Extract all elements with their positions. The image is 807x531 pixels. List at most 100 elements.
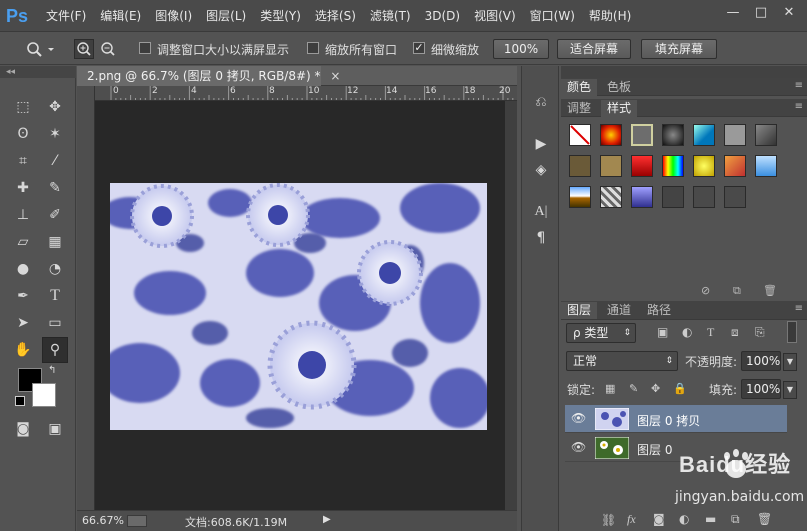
menu-select[interactable]: 选择(S)	[315, 7, 356, 24]
menu-file[interactable]: 文件(F)	[46, 7, 86, 24]
style-swatch[interactable]	[755, 124, 777, 146]
delete-layer-icon[interactable]: 🗑	[757, 512, 772, 526]
panel-menu-icon[interactable]: ≡	[795, 80, 803, 91]
rectangle-tool-icon[interactable]: ▭	[44, 312, 66, 334]
delete-style-icon[interactable]: 🗑	[763, 284, 777, 297]
blend-mode-select[interactable]: 正常 ⇕	[566, 351, 678, 371]
zoom-in-icon[interactable]	[74, 39, 94, 59]
menu-image[interactable]: 图像(I)	[155, 7, 192, 24]
new-group-icon[interactable]: ▬	[705, 512, 716, 526]
dodge-tool-icon[interactable]: ◔	[44, 258, 66, 280]
style-swatch[interactable]	[600, 155, 622, 177]
style-none-swatch[interactable]	[569, 124, 591, 146]
style-swatch[interactable]	[662, 186, 684, 208]
screen-mode-icon[interactable]: ▣	[44, 418, 66, 440]
tab-styles[interactable]: 样式	[601, 100, 638, 117]
document-image[interactable]	[110, 183, 487, 430]
zoom-tool-icon[interactable]: ⚲	[42, 337, 68, 363]
zoom-all-windows-checkbox[interactable]	[307, 42, 319, 54]
close-tab-icon[interactable]: ×	[330, 69, 340, 83]
blur-tool-icon[interactable]: ●	[12, 258, 34, 280]
quick-mask-icon[interactable]: ◙	[12, 418, 34, 440]
style-swatch[interactable]	[693, 124, 715, 146]
filter-shape-icon[interactable]: ⧈	[731, 325, 739, 340]
opacity-input[interactable]: 100%	[741, 351, 781, 371]
menu-help[interactable]: 帮助(H)	[589, 7, 631, 24]
layer-name[interactable]: 图层 0 拷贝	[637, 412, 700, 429]
lasso-tool-icon[interactable]: ʘ	[12, 123, 34, 145]
style-swatch[interactable]	[724, 155, 746, 177]
filter-toggle[interactable]	[787, 321, 797, 343]
tab-color[interactable]: 颜色	[561, 79, 598, 96]
healing-brush-icon[interactable]: ✚	[12, 177, 34, 199]
menu-window[interactable]: 窗口(W)	[530, 7, 575, 24]
style-swatch-selected[interactable]	[631, 124, 653, 146]
zoom-out-icon[interactable]	[98, 39, 118, 59]
pen-tool-icon[interactable]: ✒	[12, 285, 34, 307]
style-swatch[interactable]	[693, 155, 715, 177]
lock-all-icon[interactable]: 🔒	[673, 382, 687, 395]
style-swatch[interactable]	[693, 186, 715, 208]
history-icon[interactable]: ⎌	[531, 92, 551, 112]
filter-pixel-icon[interactable]: ▣	[657, 325, 668, 339]
tab-swatches[interactable]: 色板	[601, 79, 637, 96]
menu-3d[interactable]: 3D(D)	[425, 9, 460, 23]
menu-layer[interactable]: 图层(L)	[206, 7, 246, 24]
eyedropper-tool-icon[interactable]: ⁄	[44, 150, 66, 172]
layer-style-fx-icon[interactable]: fx	[627, 512, 636, 527]
link-layers-icon[interactable]: ⛓	[601, 513, 616, 527]
default-colors-icon[interactable]	[15, 396, 25, 406]
resize-windows-checkbox[interactable]	[139, 42, 151, 54]
character-icon[interactable]: A|	[531, 202, 551, 222]
brush-tool-icon[interactable]: ✎	[44, 177, 66, 199]
gradient-tool-icon[interactable]: ▦	[44, 231, 66, 253]
type-tool-icon[interactable]: T	[44, 285, 66, 307]
style-swatch[interactable]	[662, 124, 684, 146]
swap-colors-icon[interactable]: ↰	[48, 365, 56, 376]
layer-filter-type-select[interactable]: ρ 类型 ⇕	[566, 323, 636, 343]
hand-tool-icon[interactable]: ✋	[12, 339, 34, 361]
style-swatch[interactable]	[631, 186, 653, 208]
maximize-button[interactable]: □	[751, 4, 771, 22]
style-swatch[interactable]	[600, 186, 622, 208]
adjustment-layer-icon[interactable]: ◐	[679, 512, 689, 526]
menu-type[interactable]: 类型(Y)	[260, 7, 301, 24]
style-swatch[interactable]	[600, 124, 622, 146]
layer-row-selected[interactable]: 👁 图层 0 拷贝	[565, 405, 787, 433]
style-swatch[interactable]	[631, 155, 653, 177]
panel-menu-icon[interactable]: ≡	[795, 101, 803, 112]
actions-play-icon[interactable]: ▶	[531, 134, 551, 154]
visibility-eye-icon[interactable]: 👁	[571, 411, 586, 425]
crop-tool-icon[interactable]: ⌗	[12, 150, 34, 172]
style-swatch[interactable]	[724, 186, 746, 208]
opacity-dropdown-icon[interactable]: ▼	[783, 353, 797, 371]
history-brush-icon[interactable]: ✐	[44, 204, 66, 226]
document-tab[interactable]: 2.png @ 66.7% (图层 0 拷贝, RGB/8#) * ×	[77, 66, 340, 86]
tab-channels[interactable]: 通道	[601, 302, 637, 319]
fill-dropdown-icon[interactable]: ▼	[783, 381, 797, 399]
fill-screen-button[interactable]: 填充屏幕	[641, 39, 717, 59]
style-swatch[interactable]	[724, 124, 746, 146]
menu-filter[interactable]: 滤镜(T)	[370, 7, 411, 24]
marquee-tool-icon[interactable]: ⬚	[12, 96, 34, 118]
zoom-level[interactable]: 66.67%	[82, 514, 124, 527]
vertical-scrollbar[interactable]	[505, 101, 517, 510]
fill-input[interactable]: 100%	[741, 379, 781, 399]
zoom-100-button[interactable]: 100%	[493, 39, 549, 59]
3d-icon[interactable]: ◈	[531, 160, 551, 180]
paragraph-icon[interactable]: ¶	[531, 228, 551, 248]
background-color-swatch[interactable]	[32, 383, 56, 407]
status-menu-arrow-icon[interactable]: ▶	[323, 514, 331, 525]
new-style-icon[interactable]: ⧉	[733, 284, 741, 298]
filter-smart-object-icon[interactable]: ⎘	[755, 325, 765, 340]
style-swatch[interactable]	[662, 155, 684, 177]
panel-collapse-icon[interactable]: ◂◂	[0, 66, 76, 78]
tab-paths[interactable]: 路径	[641, 302, 677, 319]
clone-stamp-icon[interactable]: ⊥	[12, 204, 34, 226]
visibility-eye-icon[interactable]: 👁	[571, 440, 586, 454]
scrubby-zoom-checkbox[interactable]: ✓	[413, 42, 425, 54]
fit-screen-button[interactable]: 适合屏幕	[557, 39, 631, 59]
move-tool-icon[interactable]: ✥	[44, 96, 66, 118]
clear-style-icon[interactable]: ⊘	[701, 284, 710, 297]
tab-layers[interactable]: 图层	[561, 302, 598, 319]
